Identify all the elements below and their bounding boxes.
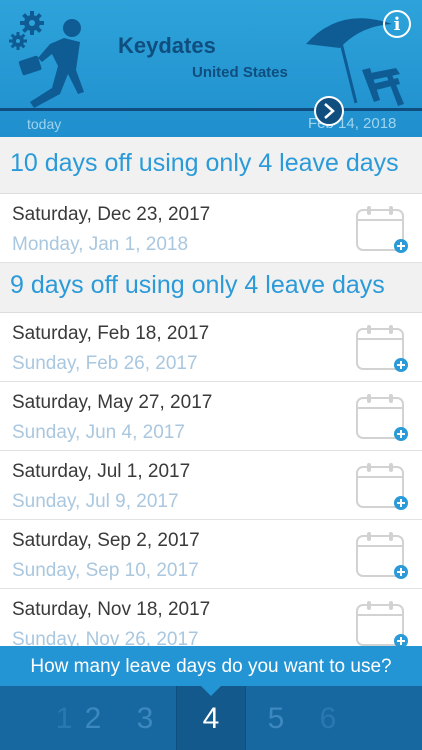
end-date: Sunday, Jul 9, 2017	[12, 491, 179, 512]
picker-pointer	[201, 686, 221, 696]
list-item[interactable]: Saturday, Jul 1, 2017 Sunday, Jul 9, 201…	[0, 451, 422, 520]
list-item[interactable]: Saturday, Feb 18, 2017 Sunday, Feb 26, 2…	[0, 313, 422, 382]
section-header: 9 days off using only 4 leave days	[0, 263, 422, 313]
add-to-calendar-icon[interactable]	[355, 392, 411, 448]
add-to-calendar-icon[interactable]	[355, 323, 411, 379]
start-date: Saturday, Sep 2, 2017	[12, 530, 200, 551]
list-item[interactable]: Saturday, May 27, 2017 Sunday, Jun 4, 20…	[0, 382, 422, 451]
today-label: today	[27, 116, 62, 132]
picker-option[interactable]: 6	[306, 686, 350, 750]
end-date: Sunday, Sep 10, 2017	[12, 560, 199, 581]
end-date: Sunday, Feb 26, 2017	[12, 353, 198, 374]
leave-days-question: How many leave days do you want to use?	[0, 646, 422, 686]
add-to-calendar-icon[interactable]	[355, 599, 411, 646]
app-title: Keydates	[118, 33, 216, 58]
start-date: Saturday, Jul 1, 2017	[12, 461, 191, 482]
add-to-calendar-icon[interactable]	[355, 530, 411, 586]
chevron-right-icon	[324, 103, 335, 119]
app-header: Keydates United States i today Feb 14, 2…	[0, 0, 422, 137]
start-date: Saturday, Nov 18, 2017	[12, 599, 211, 620]
picker-option[interactable]: 3	[123, 686, 167, 750]
end-date: Monday, Jan 1, 2018	[12, 234, 189, 255]
picker-option[interactable]: 2	[72, 686, 114, 750]
add-to-calendar-icon[interactable]	[355, 461, 411, 517]
list-item[interactable]: Saturday, Dec 23, 2017 Monday, Jan 1, 20…	[0, 194, 422, 263]
walking-businessman-icon	[18, 19, 84, 108]
info-button[interactable]: i	[383, 10, 411, 38]
start-date: Saturday, Feb 18, 2017	[12, 323, 210, 344]
section-header: 10 days off using only 4 leave days	[0, 137, 422, 194]
start-date: Saturday, Dec 23, 2017	[12, 204, 211, 225]
end-date: Sunday, Jun 4, 2017	[12, 422, 185, 443]
country-label[interactable]: United States	[192, 64, 288, 81]
add-to-calendar-icon[interactable]	[355, 204, 411, 260]
timeline-next-button[interactable]	[314, 96, 344, 126]
list-item[interactable]: Saturday, Sep 2, 2017 Sunday, Sep 10, 20…	[0, 520, 422, 589]
list-item[interactable]: Saturday, Nov 18, 2017 Sunday, Nov 26, 2…	[0, 589, 422, 646]
timeline-bar	[0, 108, 422, 111]
start-date: Saturday, May 27, 2017	[12, 392, 213, 413]
end-date: Sunday, Nov 26, 2017	[12, 629, 199, 646]
picker-option[interactable]: 5	[254, 686, 298, 750]
